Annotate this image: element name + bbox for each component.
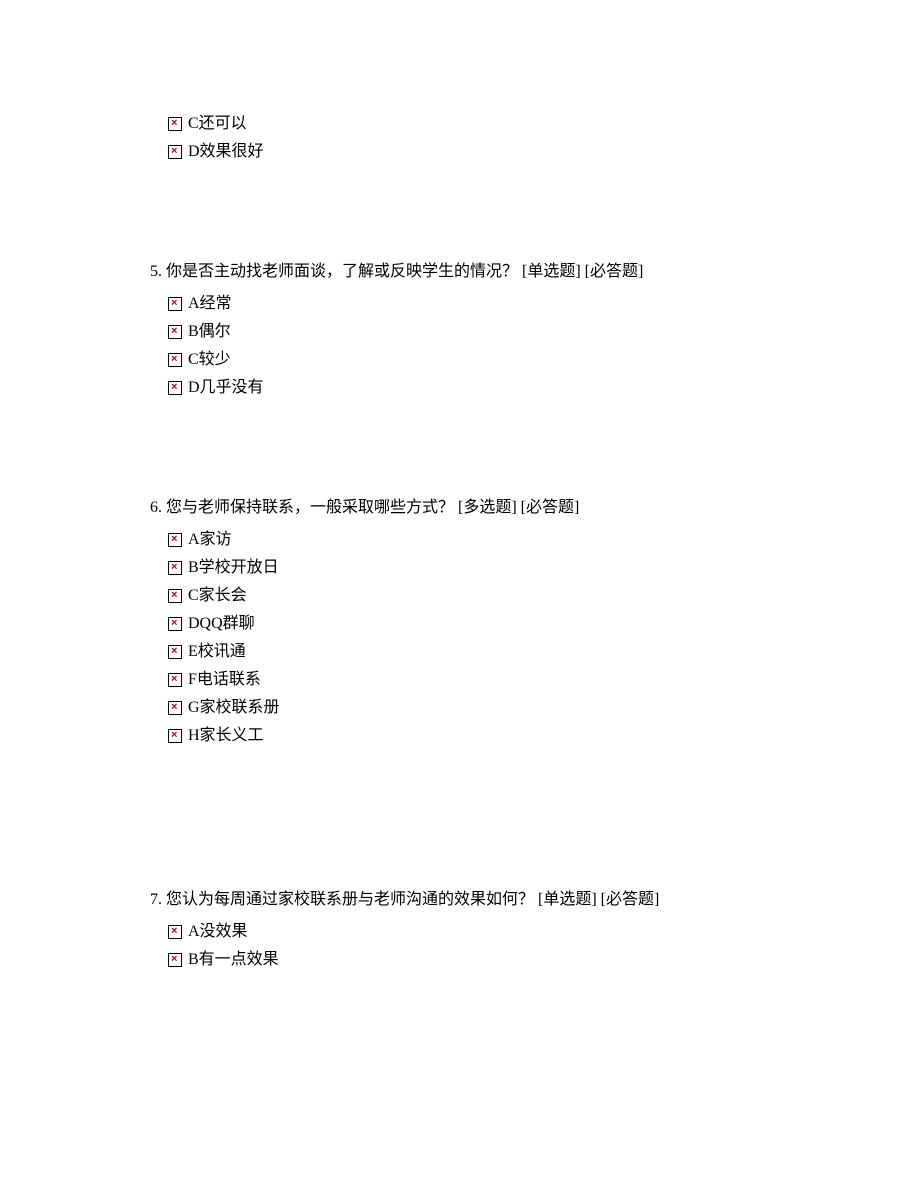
question-text: 您与老师保持联系，一般采取哪些方式？ [166, 499, 454, 516]
option-label: F电话联系 [188, 668, 261, 692]
option-label: B学校开放日 [188, 556, 279, 580]
question-number: 6. [150, 499, 162, 516]
broken-image-icon [168, 533, 182, 547]
option-row: F电话联系 [168, 668, 790, 692]
question-stem: 7. 您认为每周通过家校联系册与老师沟通的效果如何？ [单选题] [必答题] [150, 888, 790, 912]
broken-image-icon [168, 589, 182, 603]
question-text: 您认为每周通过家校联系册与老师沟通的效果如何？ [166, 891, 534, 908]
option-label: A没效果 [188, 920, 248, 944]
broken-image-icon [168, 701, 182, 715]
option-row: D几乎没有 [168, 376, 790, 400]
broken-image-icon [168, 325, 182, 339]
question-6: 6. 您与老师保持联系，一般采取哪些方式？ [多选题] [必答题] A家访 B学… [150, 496, 790, 748]
question-tags: [多选题] [必答题] [458, 499, 579, 516]
option-row: C还可以 [168, 112, 790, 136]
option-label: B偶尔 [188, 320, 231, 344]
broken-image-icon [168, 297, 182, 311]
broken-image-icon [168, 953, 182, 967]
broken-image-icon [168, 617, 182, 631]
option-label: C还可以 [188, 112, 247, 136]
option-label: C家长会 [188, 584, 247, 608]
option-row: A没效果 [168, 920, 790, 944]
option-row: G家校联系册 [168, 696, 790, 720]
question-text: 你是否主动找老师面谈，了解或反映学生的情况？ [166, 263, 518, 280]
option-row: C家长会 [168, 584, 790, 608]
option-row: DQQ群聊 [168, 612, 790, 636]
broken-image-icon [168, 117, 182, 131]
question-number: 7. [150, 891, 162, 908]
question-5: 5. 你是否主动找老师面谈，了解或反映学生的情况？ [单选题] [必答题] A经… [150, 260, 790, 400]
option-row: C较少 [168, 348, 790, 372]
question-stem: 6. 您与老师保持联系，一般采取哪些方式？ [多选题] [必答题] [150, 496, 790, 520]
option-row: D效果很好 [168, 140, 790, 164]
option-label: G家校联系册 [188, 696, 280, 720]
option-row: A家访 [168, 528, 790, 552]
option-row: B偶尔 [168, 320, 790, 344]
option-label: H家长义工 [188, 724, 264, 748]
broken-image-icon [168, 673, 182, 687]
option-label: B有一点效果 [188, 948, 279, 972]
broken-image-icon [168, 729, 182, 743]
broken-image-icon [168, 381, 182, 395]
option-row: B有一点效果 [168, 948, 790, 972]
question-number: 5. [150, 263, 162, 280]
question-stem: 5. 你是否主动找老师面谈，了解或反映学生的情况？ [单选题] [必答题] [150, 260, 790, 284]
question-7: 7. 您认为每周通过家校联系册与老师沟通的效果如何？ [单选题] [必答题] A… [150, 888, 790, 972]
option-row: E校讯通 [168, 640, 790, 664]
broken-image-icon [168, 561, 182, 575]
broken-image-icon [168, 353, 182, 367]
broken-image-icon [168, 145, 182, 159]
question-tags: [单选题] [必答题] [538, 891, 659, 908]
broken-image-icon [168, 645, 182, 659]
option-label: D效果很好 [188, 140, 264, 164]
question-tags: [单选题] [必答题] [522, 263, 643, 280]
option-row: B学校开放日 [168, 556, 790, 580]
document-page: C还可以 D效果很好 5. 你是否主动找老师面谈，了解或反映学生的情况？ [单选… [0, 0, 790, 1036]
question-fragment: C还可以 D效果很好 [150, 112, 790, 164]
option-row: A经常 [168, 292, 790, 316]
broken-image-icon [168, 925, 182, 939]
option-label: A经常 [188, 292, 232, 316]
option-label: D几乎没有 [188, 376, 264, 400]
option-label: DQQ群聊 [188, 612, 255, 636]
option-label: C较少 [188, 348, 231, 372]
option-label: E校讯通 [188, 640, 246, 664]
option-label: A家访 [188, 528, 232, 552]
option-row: H家长义工 [168, 724, 790, 748]
